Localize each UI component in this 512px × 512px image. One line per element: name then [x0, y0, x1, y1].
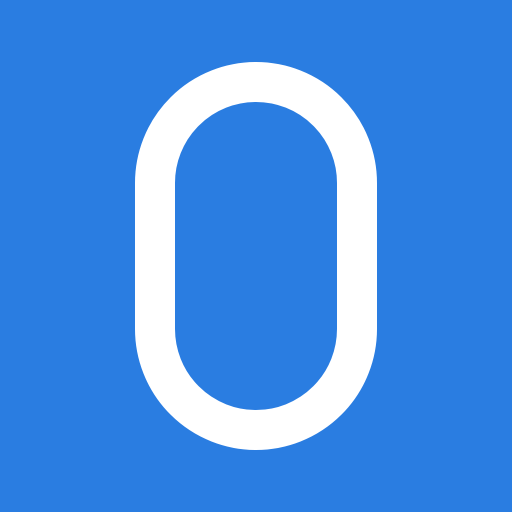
app-icon-canvas: [0, 0, 512, 512]
pill-outline-icon: [135, 62, 377, 450]
